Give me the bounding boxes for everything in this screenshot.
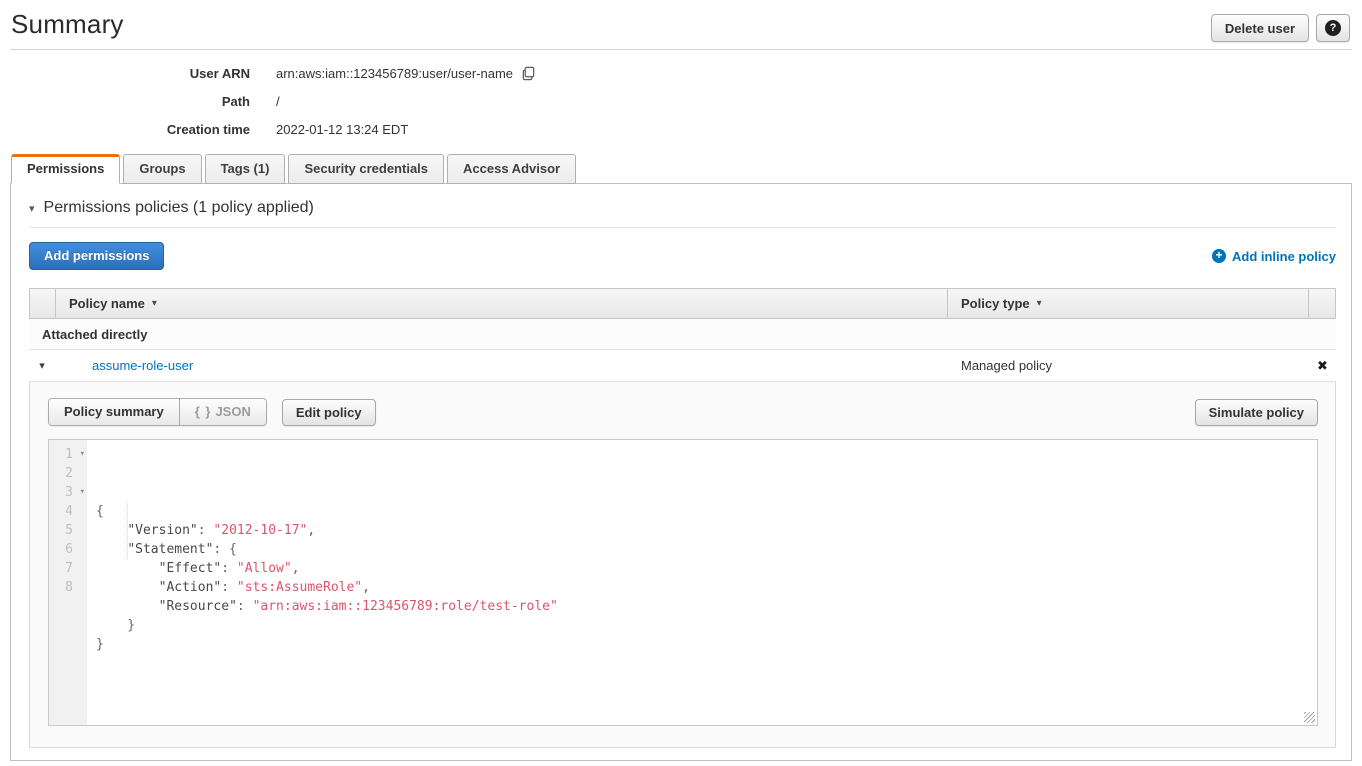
gutter-line-number: 1▾ xyxy=(49,445,87,464)
fold-caret-icon[interactable]: ▾ xyxy=(80,483,85,502)
code-line: } xyxy=(96,635,1317,654)
row-expander-caret-icon[interactable]: ▾ xyxy=(29,359,55,372)
path-row: Path / xyxy=(10,92,1352,111)
editor-gutter: 1▾23▾45678 xyxy=(49,440,87,725)
add-inline-policy-link[interactable]: + Add inline policy xyxy=(1212,249,1336,264)
permissions-policies-section-header[interactable]: ▾ Permissions policies (1 policy applied… xyxy=(29,199,1336,217)
policy-json-editor[interactable]: 1▾23▾45678 { "Version": "2012-10-17", "S… xyxy=(48,439,1318,726)
tab-security-credentials[interactable]: Security credentials xyxy=(288,154,444,184)
code-line: "Resource": "arn:aws:iam::123456789:role… xyxy=(96,597,1317,616)
user-arn-row: User ARN arn:aws:iam::123456789:user/use… xyxy=(10,64,1352,83)
creation-time-row: Creation time 2022-01-12 13:24 EDT xyxy=(10,120,1352,139)
policy-name-link[interactable]: assume-role-user xyxy=(92,358,193,373)
policy-type-column-header[interactable]: Policy type ▾ xyxy=(947,289,1308,318)
json-button[interactable]: { }JSON xyxy=(179,399,266,425)
sort-caret-icon: ▾ xyxy=(152,298,157,309)
help-button[interactable]: ? xyxy=(1316,14,1350,42)
page-title: Summary xyxy=(10,9,124,40)
delete-user-button[interactable]: Delete user xyxy=(1211,14,1309,42)
sort-caret-icon: ▾ xyxy=(1037,298,1042,309)
braces-icon: { } xyxy=(195,404,212,419)
expander-column-header xyxy=(30,289,56,318)
page-header: Summary Delete user ? xyxy=(10,0,1352,42)
tab-tags[interactable]: Tags (1) xyxy=(205,154,286,184)
editor-resize-handle[interactable] xyxy=(1304,712,1315,723)
detach-policy-icon[interactable]: ✖ xyxy=(1309,358,1336,374)
policy-table-header: Policy name ▾ Policy type ▾ xyxy=(29,288,1336,319)
path-label: Path xyxy=(10,92,250,111)
code-line: "Version": "2012-10-17", xyxy=(96,521,1317,540)
gutter-line-number: 3▾ xyxy=(49,483,87,502)
gutter-line-number: 8 xyxy=(49,578,87,597)
user-info: User ARN arn:aws:iam::123456789:user/use… xyxy=(10,64,1352,139)
policy-actions-row: Add permissions + Add inline policy xyxy=(29,242,1336,270)
gutter-line-number: 6 xyxy=(49,540,87,559)
page: Summary Delete user ? User ARN arn:aws:i… xyxy=(0,0,1362,766)
tab-groups[interactable]: Groups xyxy=(123,154,201,184)
creation-time-label: Creation time xyxy=(10,120,250,139)
fold-caret-icon[interactable]: ▾ xyxy=(80,445,85,464)
collapse-caret-icon: ▾ xyxy=(29,202,35,215)
help-icon: ? xyxy=(1325,20,1341,36)
gutter-line-number: 7 xyxy=(49,559,87,578)
code-line: "Action": "sts:AssumeRole", xyxy=(96,578,1317,597)
code-line: "Effect": "Allow", xyxy=(96,559,1317,578)
policy-name-column-header[interactable]: Policy name ▾ xyxy=(56,289,947,318)
permissions-policies-title: Permissions policies (1 policy applied) xyxy=(44,199,314,217)
user-arn-value: arn:aws:iam::123456789:user/user-name xyxy=(276,64,513,83)
plus-circle-icon: + xyxy=(1212,249,1226,263)
tab-access-advisor[interactable]: Access Advisor xyxy=(447,154,576,184)
copy-icon[interactable] xyxy=(521,66,536,81)
indent-guide xyxy=(127,502,128,559)
remove-column-header xyxy=(1308,289,1335,318)
code-line: } xyxy=(96,616,1317,635)
tab-permissions[interactable]: Permissions xyxy=(11,154,120,184)
policy-table: Policy name ▾ Policy type ▾ Attached dir… xyxy=(29,288,1336,748)
policy-summary-button[interactable]: Policy summary xyxy=(49,399,179,425)
policy-row: ▾ assume-role-user Managed policy ✖ xyxy=(29,350,1336,382)
policy-detail-panel: Policy summary { }JSON Edit policy Simul… xyxy=(29,382,1336,748)
editor-code[interactable]: { "Version": "2012-10-17", "Statement": … xyxy=(87,440,1317,725)
section-divider xyxy=(29,227,1336,228)
add-permissions-button[interactable]: Add permissions xyxy=(29,242,164,270)
gutter-line-number: 4 xyxy=(49,502,87,521)
code-line: "Statement": { xyxy=(96,540,1317,559)
path-value: / xyxy=(276,92,280,111)
simulate-policy-button[interactable]: Simulate policy xyxy=(1195,399,1318,426)
permissions-tab-panel: ▾ Permissions policies (1 policy applied… xyxy=(10,183,1352,761)
user-arn-label: User ARN xyxy=(10,64,250,83)
header-divider xyxy=(10,49,1352,50)
edit-policy-button[interactable]: Edit policy xyxy=(282,399,376,426)
policy-view-toggle: Policy summary { }JSON xyxy=(48,398,267,426)
creation-time-value: 2022-01-12 13:24 EDT xyxy=(276,120,408,139)
policy-detail-buttons: Policy summary { }JSON Edit policy Simul… xyxy=(48,398,1318,426)
policy-type-value: Managed policy xyxy=(948,358,1309,373)
gutter-line-number: 2 xyxy=(49,464,87,483)
header-actions: Delete user ? xyxy=(1211,9,1352,42)
attached-directly-group-row: Attached directly xyxy=(29,319,1336,350)
tab-bar: Permissions Groups Tags (1) Security cre… xyxy=(10,154,1352,183)
code-line: { xyxy=(96,502,1317,521)
gutter-line-number: 5 xyxy=(49,521,87,540)
